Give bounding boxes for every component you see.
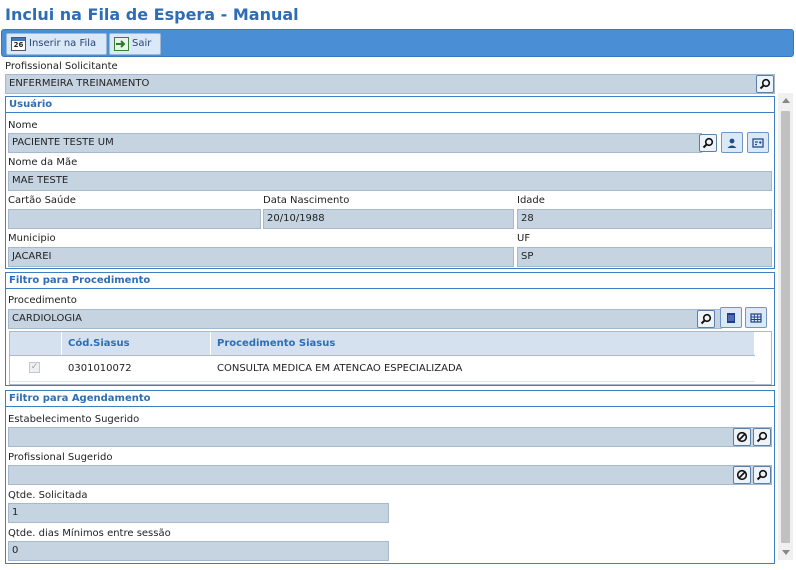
page-title: Inclui na Fila de Espera - Manual	[5, 5, 299, 24]
dias-field[interactable]: 0	[8, 541, 389, 561]
exit-button[interactable]: Sair	[109, 33, 161, 55]
idade-label: Idade	[517, 195, 545, 206]
procedimento-field[interactable]: CARDIOLOGIA	[8, 309, 722, 329]
municipio-field[interactable]: JACAREI	[8, 247, 514, 267]
nascimento-label: Data Nascimento	[263, 195, 350, 206]
person-button[interactable]	[721, 132, 743, 153]
procedimento-heading: Filtro para Procedimento	[6, 273, 774, 289]
procedimento-panel: Filtro para Procedimento Procedimento CA…	[5, 272, 775, 386]
nome-field[interactable]: PACIENTE TESTE UM	[8, 133, 702, 153]
row-descricao: CONSULTA MEDICA EM ATENCAO ESPECIALIZADA	[211, 356, 755, 381]
prof-sugerido-label: Profissional Sugerido	[8, 452, 113, 463]
search-icon	[702, 137, 714, 149]
grid-header: Cód.Siasus Procedimento Siasus	[10, 332, 755, 356]
search-icon	[756, 469, 768, 481]
clear-icon	[736, 469, 748, 481]
procedimento-label: Procedimento	[8, 295, 77, 306]
usuario-heading: Usuário	[6, 97, 774, 113]
row-codigo: 0301010072	[62, 356, 211, 381]
table-button[interactable]	[745, 307, 767, 328]
list-button[interactable]	[720, 307, 742, 328]
calendar-icon: 26	[11, 37, 26, 51]
profissional-search-button[interactable]	[756, 75, 774, 93]
row-check-cell: ✓	[10, 356, 62, 381]
prof-sugerido-search-button[interactable]	[753, 466, 771, 484]
estabelecimento-search-button[interactable]	[753, 428, 771, 446]
grid-col-check	[10, 332, 62, 355]
prof-sugerido-clear-button[interactable]	[733, 466, 751, 484]
procedimento-search-button[interactable]	[697, 310, 715, 328]
search-icon	[756, 431, 768, 443]
person-icon	[727, 138, 737, 148]
scroll-up-icon[interactable]	[782, 98, 790, 103]
agendamento-heading: Filtro para Agendamento	[6, 391, 774, 407]
row-checkbox[interactable]: ✓	[29, 362, 40, 373]
table-row[interactable]: ✓ 0301010072 CONSULTA MEDICA EM ATENCAO …	[10, 356, 755, 382]
prof-sugerido-field[interactable]	[8, 465, 772, 485]
nome-label: Nome	[8, 120, 38, 131]
card-icon	[752, 138, 764, 148]
nome-search-button[interactable]	[699, 134, 717, 152]
nascimento-field[interactable]: 20/10/1988	[263, 209, 514, 229]
card-button[interactable]	[747, 132, 769, 153]
scroll-down-icon[interactable]	[782, 550, 790, 555]
toolbar: 26 Inserir na Fila Sair	[1, 29, 794, 57]
grid-col-procedimento[interactable]: Procedimento Siasus	[211, 332, 755, 355]
exit-icon	[114, 37, 129, 51]
table-icon	[750, 313, 762, 323]
exit-label: Sair	[132, 38, 152, 49]
scroll-thumb[interactable]	[781, 111, 790, 543]
profissional-field[interactable]: ENFERMEIRA TREINAMENTO	[5, 74, 775, 94]
estabelecimento-field[interactable]	[8, 427, 772, 447]
search-icon	[759, 78, 771, 90]
grid-col-codigo[interactable]: Cód.Siasus	[62, 332, 211, 355]
search-icon	[700, 313, 712, 325]
uf-field[interactable]: SP	[517, 247, 772, 267]
mae-label: Nome da Mãe	[8, 157, 78, 168]
profissional-label: Profissional Solicitante	[5, 61, 118, 72]
procedimento-grid: Cód.Siasus Procedimento Siasus ✓ 0301010…	[9, 331, 772, 385]
cartao-label: Cartão Saúde	[8, 195, 76, 206]
qtde-label: Qtde. Solicitada	[8, 490, 88, 501]
agendamento-panel: Filtro para Agendamento Estabelecimento …	[5, 390, 775, 564]
usuario-panel: Usuário Nome PACIENTE TESTE UM Nome da M…	[5, 96, 775, 269]
cartao-field[interactable]	[8, 209, 261, 229]
qtde-field[interactable]: 1	[8, 503, 389, 523]
estabelecimento-clear-button[interactable]	[733, 428, 751, 446]
municipio-label: Municipio	[8, 233, 56, 244]
uf-label: UF	[517, 233, 531, 244]
estabelecimento-label: Estabelecimento Sugerido	[8, 414, 140, 425]
list-icon	[727, 313, 735, 323]
clear-icon	[736, 431, 748, 443]
idade-field[interactable]: 28	[517, 209, 772, 229]
dias-label: Qtde. dias Mínimos entre sessão	[8, 528, 171, 539]
mae-field[interactable]: MAE TESTE	[8, 171, 772, 191]
vertical-scrollbar[interactable]	[778, 93, 793, 560]
insert-queue-label: Inserir na Fila	[29, 38, 97, 49]
insert-queue-button[interactable]: 26 Inserir na Fila	[6, 33, 107, 55]
